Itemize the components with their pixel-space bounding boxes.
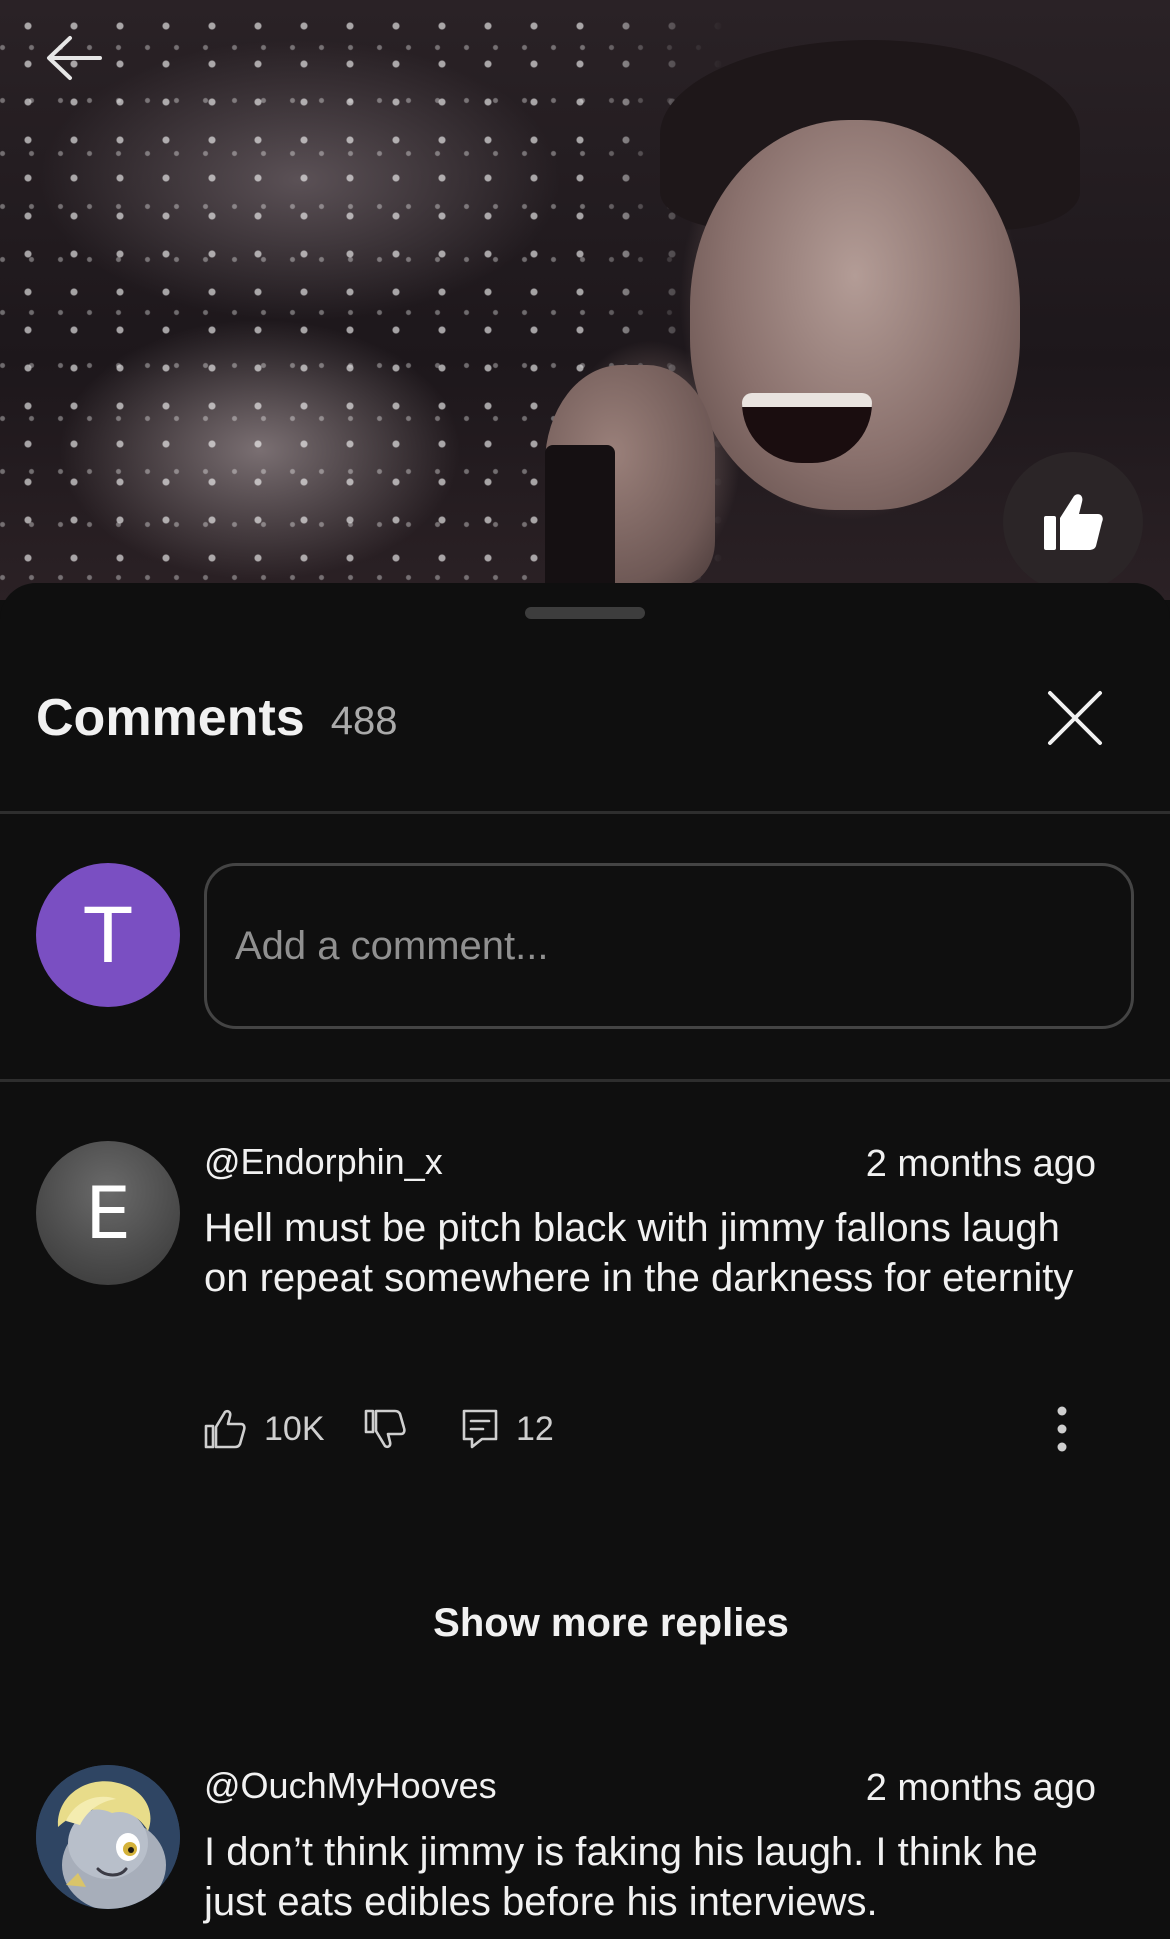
comment-input[interactable] <box>204 863 1134 1029</box>
comment-author[interactable]: @Endorphin_x <box>204 1141 443 1183</box>
reply-count: 12 <box>516 1409 554 1448</box>
comment-text: I don’t think jimmy is faking his laugh.… <box>204 1830 1038 1924</box>
comments-title: Comments <box>36 689 305 747</box>
header-divider <box>0 811 1170 814</box>
like-comment-button[interactable]: 10K <box>204 1399 325 1459</box>
like-video-button[interactable] <box>1003 452 1143 592</box>
thumb-up-filled-icon <box>1044 494 1103 550</box>
reply-comment-icon <box>462 1409 498 1449</box>
video-player[interactable] <box>0 0 1170 605</box>
comment-actions: 10K 12 <box>204 1399 1104 1459</box>
comment-item: E @Endorphin_x 2 months ago Hell must be… <box>0 1141 1170 1541</box>
composer-divider <box>0 1079 1170 1082</box>
thumb-up-icon <box>204 1409 246 1449</box>
close-button[interactable] <box>1040 683 1110 753</box>
comment-text: Hell must be pitch black with jimmy fall… <box>204 1206 1074 1300</box>
comments-count: 488 <box>330 698 398 743</box>
close-icon <box>1048 691 1102 745</box>
commenter-avatar[interactable] <box>36 1765 180 1909</box>
arrow-left-icon <box>47 36 102 80</box>
like-count: 10K <box>264 1409 325 1448</box>
comments-sheet: Comments 488 T E @Endorphin_x 2 months a… <box>0 583 1170 1939</box>
thumb-down-icon <box>364 1409 406 1449</box>
user-avatar: T <box>36 863 180 1007</box>
reply-button[interactable]: 12 <box>462 1399 554 1459</box>
app-screen: Comments 488 T E @Endorphin_x 2 months a… <box>0 0 1170 1939</box>
comments-header: Comments 488 <box>36 678 1136 758</box>
comment-item: @OuchMyHooves 2 months ago I don’t think… <box>0 1765 1170 1939</box>
more-vert-icon <box>1057 1406 1067 1452</box>
commenter-avatar[interactable]: E <box>36 1141 180 1285</box>
comment-time: 2 months ago <box>865 1143 1096 1185</box>
comment-time: 2 months ago <box>865 1767 1096 1809</box>
drag-handle[interactable] <box>525 607 645 619</box>
dislike-comment-button[interactable] <box>364 1399 406 1459</box>
comment-menu-button[interactable] <box>1042 1399 1082 1459</box>
back-button[interactable] <box>40 30 106 86</box>
comment-author[interactable]: @OuchMyHooves <box>204 1765 497 1807</box>
show-more-replies-button[interactable]: Show more replies <box>0 1601 1170 1646</box>
pony-avatar-image <box>36 1765 180 1909</box>
